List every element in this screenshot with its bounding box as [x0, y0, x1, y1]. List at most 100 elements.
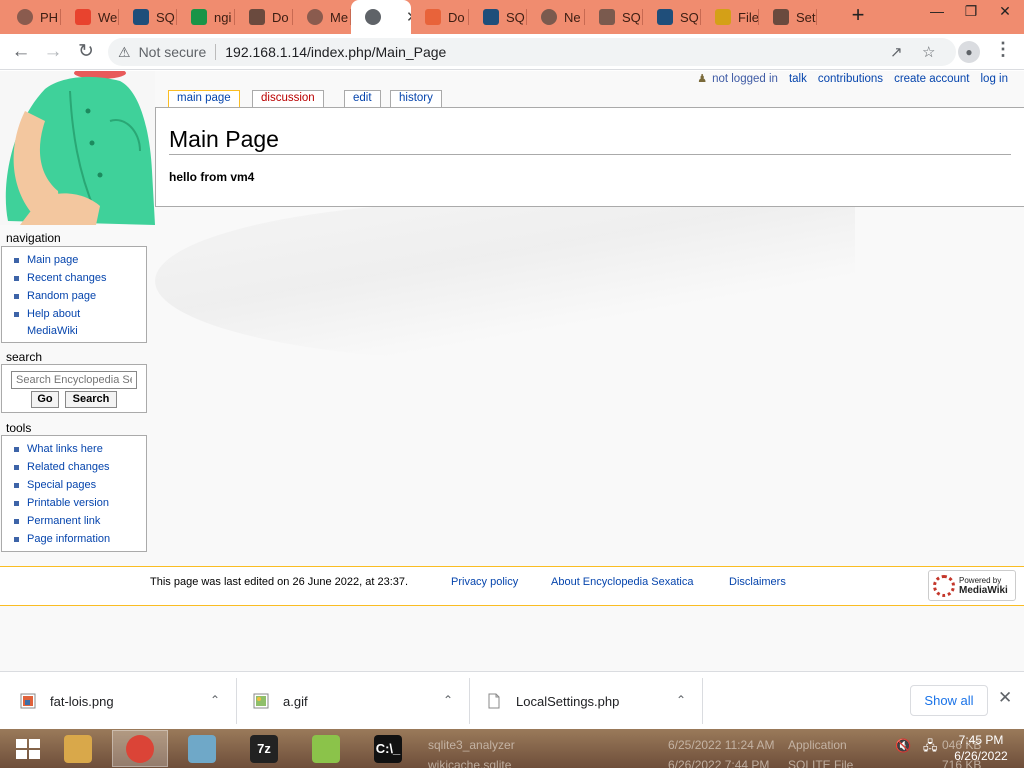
browser-tab[interactable]: SQ [469, 0, 527, 34]
browser-menu-icon[interactable]: ⋮ [994, 39, 1012, 60]
minimize-button[interactable]: — [920, 0, 954, 30]
browser-toolbar: ← → ↻ ⚠ Not secure 192.168.1.14/index.ph… [0, 34, 1024, 70]
download-separator [702, 678, 703, 724]
browser-tab-active[interactable]: ✕ [351, 0, 411, 34]
browser-tab[interactable]: PH [3, 0, 61, 34]
diamond-icon [599, 9, 615, 25]
search-input[interactable] [11, 371, 137, 389]
browser-tab[interactable]: ngi [177, 0, 235, 34]
globe-icon [307, 9, 323, 25]
chevron-up-icon[interactable]: ⌃ [210, 693, 220, 707]
tab-label: File [738, 9, 759, 25]
tool-special-pages[interactable]: Special pages [12, 476, 146, 494]
tools-heading: tools [6, 421, 32, 435]
site-logo[interactable] [0, 71, 155, 225]
bookmark-star-icon[interactable]: ☆ [922, 43, 935, 61]
tab-discussion[interactable]: discussion [252, 90, 324, 107]
address-bar[interactable]: ⚠ Not secure 192.168.1.14/index.php/Main… [108, 38, 956, 66]
browser-tab[interactable]: Ne [527, 0, 585, 34]
powered-by-text: Powered by MediaWiki [959, 576, 1008, 596]
create-account-link[interactable]: create account [894, 73, 969, 85]
taskbar-notepad[interactable] [174, 730, 230, 767]
powered-by-mediawiki-badge[interactable]: Powered by MediaWiki [928, 570, 1016, 601]
taskbar-cmd[interactable]: C:\_ [360, 730, 416, 767]
privacy-policy-link[interactable]: Privacy policy [451, 576, 518, 588]
url-text[interactable]: 192.168.1.14/index.php/Main_Page [225, 44, 446, 60]
window-close-button[interactable]: ✕ [988, 0, 1022, 30]
nav-main-page[interactable]: Main page [12, 251, 146, 269]
browser-tab[interactable]: SQ [643, 0, 701, 34]
back-button[interactable]: ← [8, 39, 34, 65]
security-label[interactable]: Not secure [139, 44, 207, 60]
contributions-link[interactable]: contributions [818, 73, 883, 85]
browser-tab[interactable]: SQ [119, 0, 177, 34]
browser-tab[interactable]: Me [293, 0, 351, 34]
personal-tools: ♟ not logged in talk contributions creat… [697, 72, 1009, 86]
sqlite-icon [657, 9, 673, 25]
preview-row1-name: sqlite3_analyzer [428, 738, 515, 752]
browser-tab[interactable]: Do [235, 0, 293, 34]
download-item-localsettings[interactable]: LocalSettings.php ⌃ [486, 678, 686, 724]
taskbar-notepad-plus-plus[interactable] [298, 730, 354, 767]
download-filename: fat-lois.png [50, 693, 114, 709]
maximize-button[interactable]: ❐ [954, 0, 988, 30]
nav-help-line1[interactable]: Help about [27, 308, 80, 320]
browser-tab[interactable]: Set [759, 0, 817, 34]
sqlite-icon [133, 9, 149, 25]
search-button[interactable]: Search [65, 391, 117, 408]
download-item-a-gif[interactable]: a.gif ⌃ [253, 678, 453, 724]
start-button[interactable] [0, 730, 56, 767]
tool-printable-version[interactable]: Printable version [12, 494, 146, 512]
tool-permanent-link[interactable]: Permanent link [12, 512, 146, 530]
taskbar-file-explorer[interactable] [50, 730, 106, 767]
chevron-up-icon[interactable]: ⌃ [676, 693, 686, 707]
disclaimers-link[interactable]: Disclaimers [729, 576, 786, 588]
go-button[interactable]: Go [31, 391, 59, 408]
nginx-icon [191, 9, 207, 25]
tab-label: We [98, 9, 118, 25]
tab-history[interactable]: history [390, 90, 442, 107]
chevron-up-icon[interactable]: ⌃ [443, 693, 453, 707]
taskbar-chrome[interactable] [112, 730, 168, 767]
nav-recent-changes[interactable]: Recent changes [12, 269, 146, 287]
download-shelf: fat-lois.png ⌃ a.gif ⌃ LocalSettings.php… [0, 671, 1024, 729]
reload-button[interactable]: ↻ [73, 39, 99, 65]
browser-tab[interactable]: File [701, 0, 759, 34]
browser-tab[interactable]: Do [411, 0, 469, 34]
tool-what-links-here[interactable]: What links here [12, 440, 146, 458]
tool-page-information[interactable]: Page information [12, 530, 146, 548]
clock-date: 6/26/2022 [954, 749, 1008, 763]
warning-icon[interactable]: ⚠ [118, 44, 131, 61]
windows-logo-icon [16, 738, 40, 759]
download-item-fat-lois[interactable]: fat-lois.png ⌃ [20, 678, 220, 724]
profile-avatar-button[interactable]: ● [958, 41, 980, 63]
browser-tab[interactable]: We [61, 0, 119, 34]
powered-by-line2: MediaWiki [959, 584, 1008, 596]
new-tab-button[interactable]: + [846, 4, 870, 28]
show-all-downloads-button[interactable]: Show all [910, 685, 988, 716]
tab-edit[interactable]: edit [344, 90, 381, 107]
taskbar-7z[interactable]: 7z [236, 730, 292, 767]
forward-button[interactable]: → [40, 39, 66, 65]
browser-tab[interactable]: SQ [585, 0, 643, 34]
preview-row2-name: wikicache.sqlite [428, 758, 512, 768]
search-heading: search [6, 350, 43, 364]
tools-portlet: What links here Related changes Special … [1, 435, 147, 552]
system-tray: 🔇 🖧 [895, 737, 937, 759]
taskbar-clock[interactable]: 7:45 PM 6/26/2022 [945, 732, 1017, 764]
last-edited-text: This page was last edited on 26 June 202… [150, 576, 409, 588]
preview-row1-type: Application [788, 738, 847, 752]
login-link[interactable]: log in [981, 73, 1009, 85]
tool-related-changes[interactable]: Related changes [12, 458, 146, 476]
volume-muted-icon[interactable]: 🔇 [895, 738, 911, 753]
preview-row2-date: 6/26/2022 7:44 PM [668, 758, 770, 768]
network-icon[interactable]: 🖧 [923, 738, 938, 753]
talk-link[interactable]: talk [789, 73, 807, 85]
tab-main-page[interactable]: main page [168, 90, 240, 108]
nav-help-line2[interactable]: MediaWiki [27, 322, 146, 340]
share-icon[interactable]: ↗ [890, 43, 903, 61]
nav-random-page[interactable]: Random page [12, 287, 146, 305]
nav-help[interactable]: Help about MediaWiki [12, 305, 146, 340]
close-download-shelf-icon[interactable]: ✕ [998, 688, 1012, 708]
about-link[interactable]: About Encyclopedia Sexatica [551, 576, 693, 588]
